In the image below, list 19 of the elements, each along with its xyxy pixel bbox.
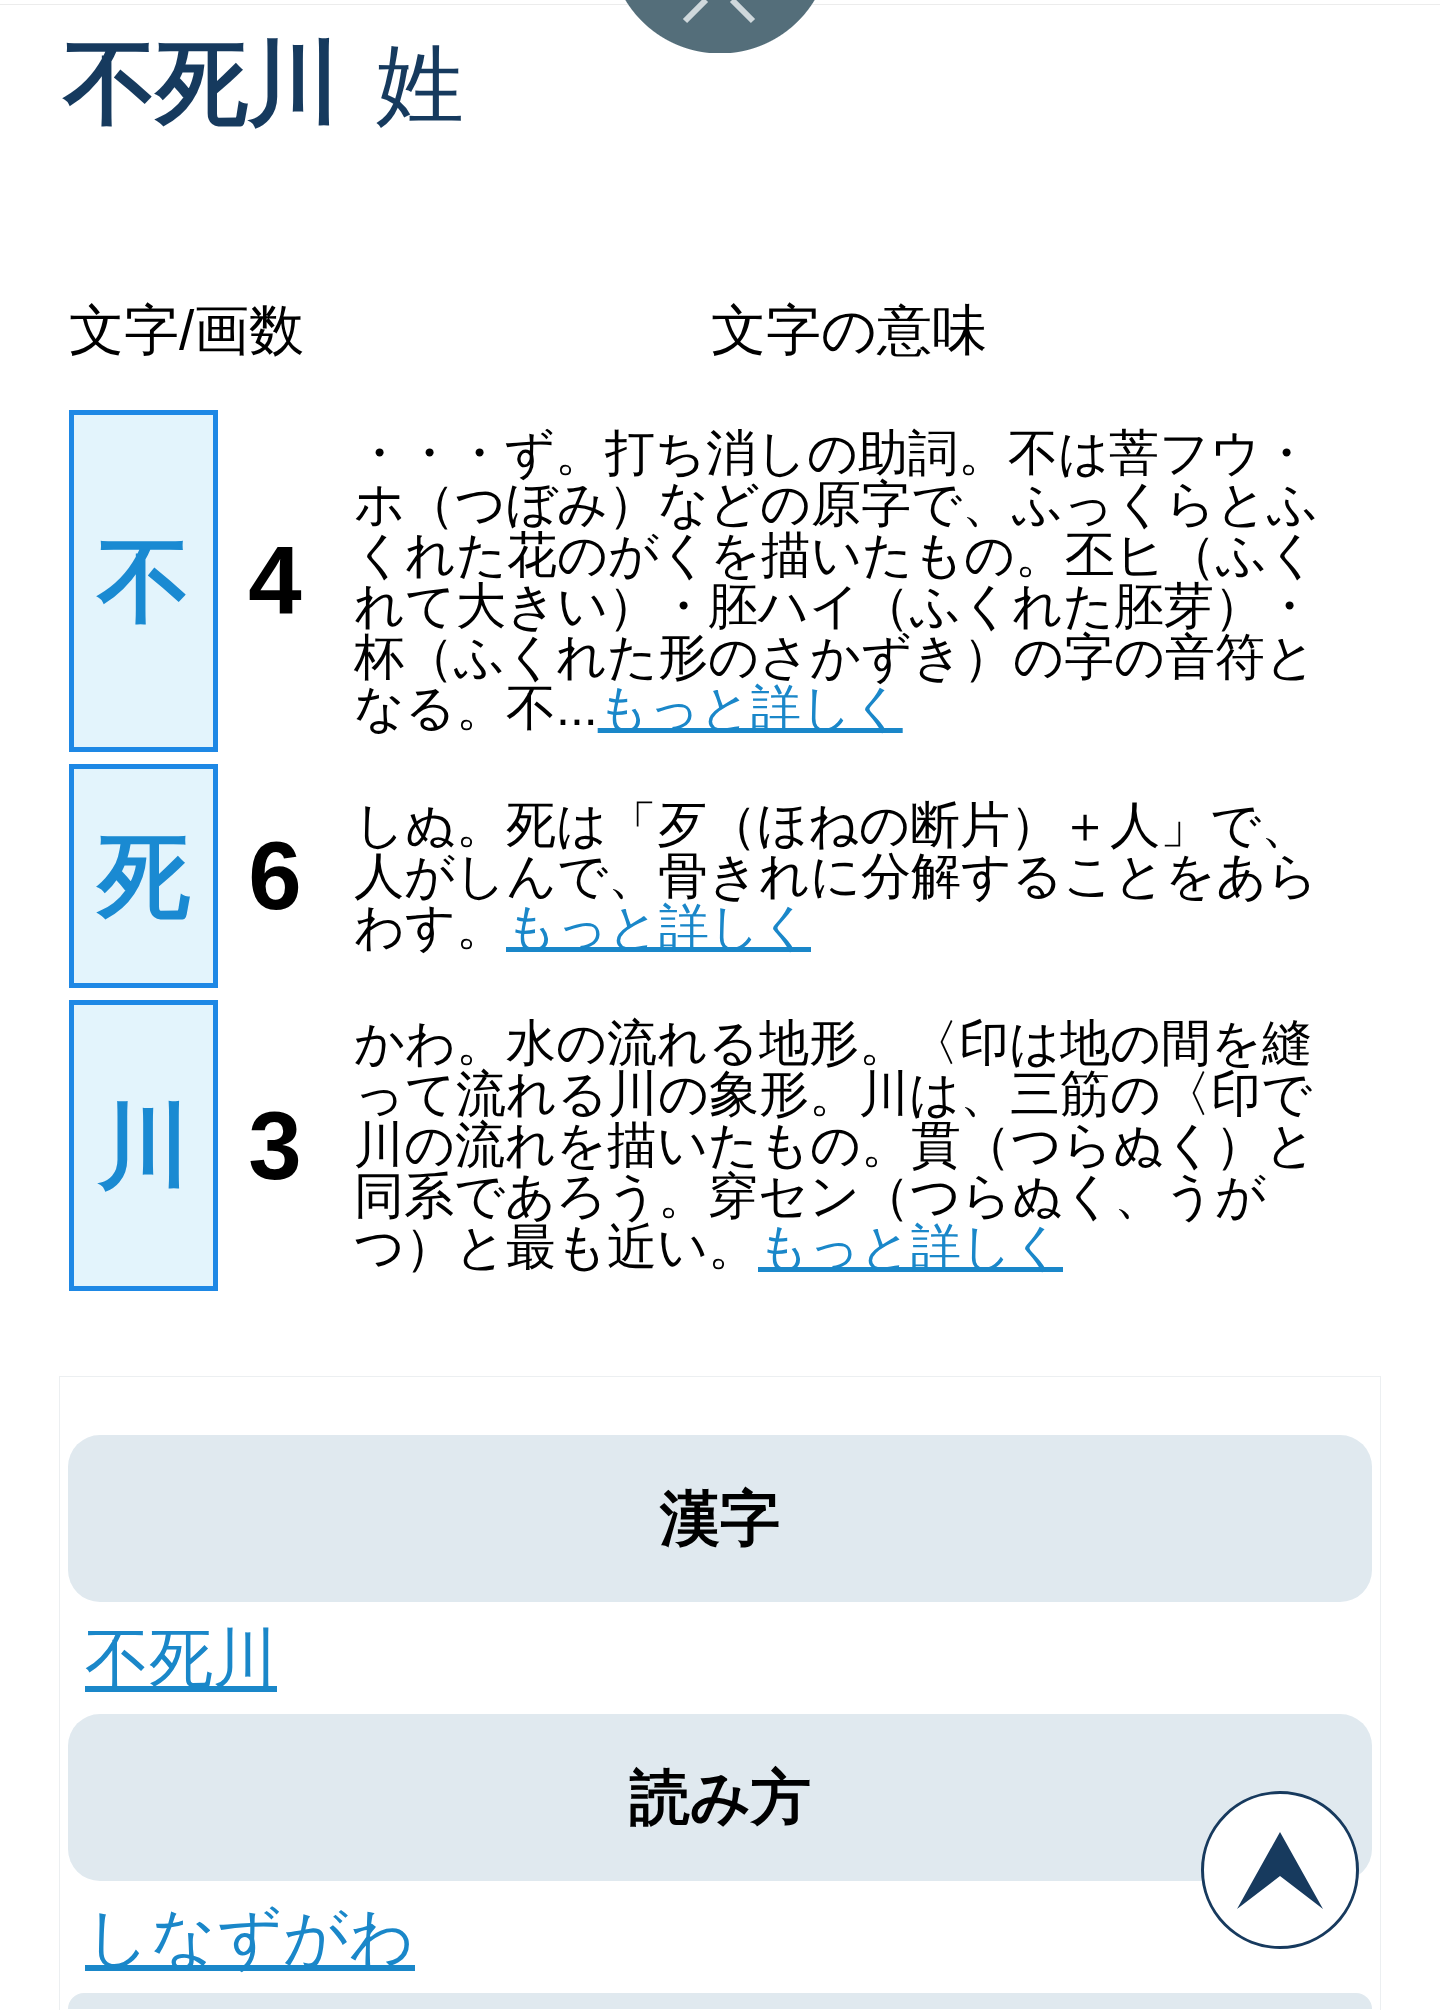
meaning-text: かわ。水の流れる地形。〈印は地の間を縫って流れる川の象形。川は、三筋の〈印で川の流れを描いたもの。貫（つらぬく）と同系であろう。穿セン（つらぬく、うがつ）と最も近い。もっと詳しく <box>354 1018 1317 1274</box>
surname-suffix: 姓 <box>376 34 464 136</box>
kanji-cell: 死 <box>69 764 218 989</box>
stroke-count: 3 <box>248 1097 302 1194</box>
stroke-count: 4 <box>248 533 302 630</box>
section-heading: 読み方 <box>68 1714 1372 1882</box>
close-icon <box>680 0 758 24</box>
surname-title: 不死川 <box>64 31 340 136</box>
stroke-count: 6 <box>248 828 302 925</box>
section-link[interactable]: しなずがわ <box>85 1899 415 1976</box>
up-arrow-icon <box>1237 1831 1323 1909</box>
section-heading: 漢字 <box>68 1435 1372 1603</box>
meaning-text: ・・・ず。打ち消しの助詞。不は菩フウ・ホ（つぼみ）などの原字で、ふっくらとふくれた花のがくを描いたもの。丕ヒ（ふくれて大きい）・胚ハイ（ふくれた胚芽）・杯（ふくれた形のさかずき）の字の音符となる。不...もっと詳しく <box>354 428 1319 735</box>
section-link[interactable]: 不死川 <box>85 1620 277 1697</box>
column-header: 文字/画数 <box>69 299 306 362</box>
meaning-text: しぬ。死は「歹（ほねの断片）＋人」で、人がしんで、骨きれに分解することをあらわす。もっと詳しく <box>354 799 1319 953</box>
column-header: 文字の意味 <box>710 299 988 362</box>
kanji-cell: 不 <box>69 410 218 753</box>
kanji-cell: 川 <box>69 1000 218 1292</box>
